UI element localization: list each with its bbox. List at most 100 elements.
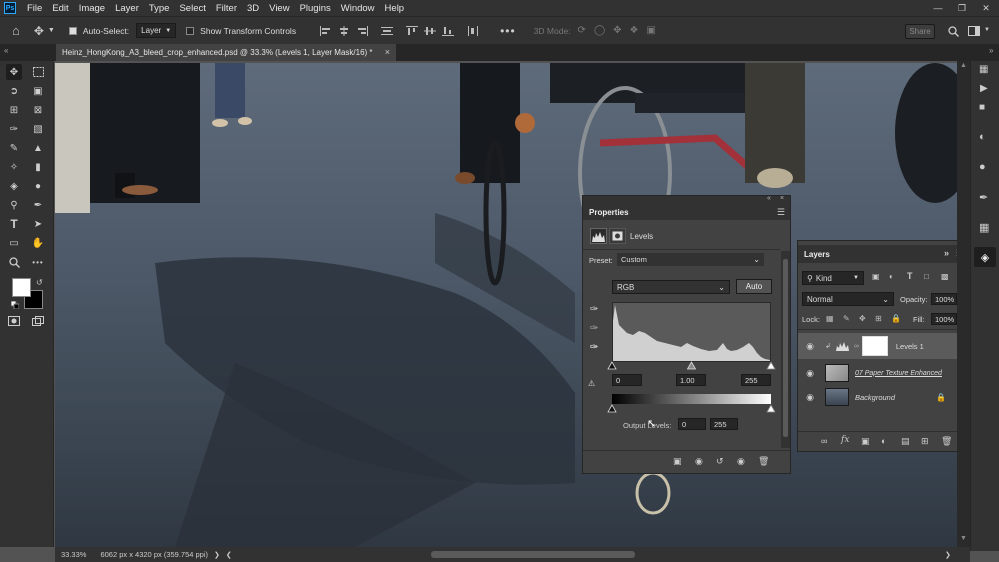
more-options-icon[interactable]: ••• bbox=[500, 24, 516, 38]
clip-to-layer-icon[interactable]: ▣ bbox=[673, 456, 682, 467]
distribute-vertical-icon[interactable] bbox=[467, 25, 479, 36]
search-icon[interactable] bbox=[948, 26, 959, 37]
healing-brush-tool-icon[interactable]: ▧ bbox=[30, 121, 46, 137]
link-layers-icon[interactable]: ∞ bbox=[821, 436, 827, 446]
lock-all-icon[interactable]: 🔒 bbox=[891, 314, 901, 323]
delete-icon[interactable]: 🗑 bbox=[758, 456, 769, 467]
menu-file[interactable]: File bbox=[22, 3, 47, 14]
3d-roll-icon[interactable]: ◯ bbox=[594, 25, 605, 36]
collapse-panels-icon[interactable]: « bbox=[4, 46, 8, 55]
auto-button[interactable]: Auto bbox=[736, 279, 772, 294]
scroll-left-icon[interactable]: ❮ bbox=[226, 551, 232, 559]
dodge-tool-icon[interactable]: ⚲ bbox=[6, 197, 22, 213]
filter-type-icon[interactable]: T bbox=[907, 271, 913, 281]
visibility-eye-icon[interactable]: ◉ bbox=[803, 341, 817, 352]
levels-icon[interactable] bbox=[590, 228, 607, 244]
history-icon[interactable]: ▦ bbox=[979, 64, 988, 75]
eraser-tool-icon[interactable]: ▮ bbox=[30, 159, 46, 175]
scroll-right-icon[interactable]: ❯ bbox=[945, 551, 951, 559]
pen-tool-icon[interactable]: ✒ bbox=[30, 197, 46, 213]
path-selection-tool-icon[interactable]: ➤ bbox=[30, 216, 46, 232]
menu-filter[interactable]: Filter bbox=[211, 3, 242, 14]
output-black-slider-handle[interactable] bbox=[607, 404, 617, 413]
align-center-icon[interactable] bbox=[338, 25, 350, 36]
lock-image-icon[interactable]: ✎ bbox=[843, 314, 850, 323]
output-white-slider-handle[interactable] bbox=[766, 404, 776, 413]
move-tool-icon[interactable]: ✥ bbox=[34, 24, 44, 38]
delete-layer-icon[interactable]: 🗑 bbox=[941, 436, 952, 447]
new-group-folder-icon[interactable]: ▤ bbox=[901, 436, 910, 447]
layer-mask-icon[interactable] bbox=[609, 228, 626, 244]
menu-type[interactable]: Type bbox=[144, 3, 175, 14]
output-levels-slider[interactable] bbox=[607, 404, 777, 413]
input-white-slider-handle[interactable] bbox=[766, 361, 776, 370]
actions-play-icon[interactable]: ▶ bbox=[980, 83, 988, 94]
menu-help[interactable]: Help bbox=[380, 3, 410, 14]
show-transform-checkbox[interactable]: Show Transform Controls bbox=[186, 26, 299, 36]
zoom-level[interactable]: 33.33% bbox=[61, 550, 86, 559]
link-icon[interactable]: ∞ bbox=[854, 343, 859, 350]
layer-style-fx-icon[interactable]: fx bbox=[841, 435, 849, 445]
input-gamma-field[interactable]: 1.00 bbox=[676, 374, 706, 386]
close-panel-icon[interactable]: × bbox=[780, 195, 784, 202]
menu-edit[interactable]: Edit bbox=[47, 3, 73, 14]
clone-stamp-tool-icon[interactable]: ▲ bbox=[30, 140, 46, 156]
frame-tool-icon[interactable]: ⊠ bbox=[30, 102, 46, 118]
align-bottom-icon[interactable] bbox=[442, 26, 455, 36]
workspace-icon[interactable] bbox=[968, 26, 980, 36]
auto-select-target-dropdown[interactable]: Layer ▼ bbox=[136, 23, 177, 38]
3d-pan-icon[interactable]: ✥ bbox=[613, 25, 621, 36]
visibility-icon[interactable]: ◉ bbox=[737, 456, 745, 467]
3d-orbit-icon[interactable]: ⟳ bbox=[578, 25, 586, 36]
layers-panel-icon[interactable]: ◈ bbox=[974, 247, 996, 267]
layer-row-background[interactable]: ◉ Background 🔒 bbox=[798, 385, 966, 409]
menu-view[interactable]: View bbox=[264, 3, 294, 14]
lock-artboard-icon[interactable]: ⊞ bbox=[875, 314, 882, 323]
brush-tool-icon[interactable]: ✎ bbox=[6, 140, 22, 156]
visibility-eye-icon[interactable]: ◉ bbox=[803, 368, 817, 379]
comments-icon[interactable]: ■ bbox=[979, 102, 985, 113]
collapse-panel-icon[interactable]: « bbox=[767, 195, 771, 202]
fill-field[interactable]: 100% bbox=[931, 313, 957, 325]
align-middle-icon[interactable] bbox=[424, 26, 437, 36]
styles-icon[interactable]: ● bbox=[979, 161, 986, 173]
restore-icon[interactable]: ❐ bbox=[950, 0, 974, 16]
expand-icon[interactable]: » bbox=[944, 248, 949, 258]
auto-select-checkbox[interactable]: Auto-Select: bbox=[68, 26, 132, 36]
input-gamma-slider-handle[interactable] bbox=[686, 361, 697, 370]
black-point-eyedropper-icon[interactable]: ✑ bbox=[590, 304, 598, 315]
add-mask-icon[interactable]: ▣ bbox=[861, 436, 870, 447]
vertical-scrollbar[interactable]: ▲ ▼ bbox=[957, 61, 970, 547]
adjustments-icon[interactable]: ◐ bbox=[979, 131, 986, 143]
filter-smart-object-icon[interactable]: ▩ bbox=[941, 272, 949, 281]
filter-shape-icon[interactable]: □ bbox=[924, 272, 929, 281]
minimize-icon[interactable]: — bbox=[926, 0, 950, 16]
lock-transparent-icon[interactable]: ▦ bbox=[826, 314, 834, 323]
screen-mode-icon[interactable] bbox=[30, 313, 46, 329]
output-white-field[interactable]: 255 bbox=[710, 418, 738, 430]
type-tool-icon[interactable]: T bbox=[6, 216, 22, 232]
output-black-field[interactable]: 0 bbox=[678, 418, 706, 430]
opacity-field[interactable]: 100% bbox=[931, 293, 957, 305]
properties-scrollbar[interactable] bbox=[781, 251, 790, 448]
swap-colors-icon[interactable]: ↺ bbox=[36, 278, 43, 287]
default-colors-icon[interactable] bbox=[10, 300, 20, 310]
layer-mask-thumbnail[interactable] bbox=[861, 336, 888, 356]
paint-bucket-tool-icon[interactable]: ◈ bbox=[6, 178, 22, 194]
chevron-down-icon[interactable]: ▼ bbox=[984, 27, 990, 33]
new-layer-icon[interactable]: ⊞ bbox=[921, 436, 929, 447]
align-left-icon[interactable] bbox=[320, 25, 332, 36]
reset-icon[interactable]: ↺ bbox=[716, 456, 724, 467]
marquee-tool-icon[interactable] bbox=[30, 64, 46, 80]
foreground-color-swatch[interactable] bbox=[12, 278, 31, 297]
blend-mode-dropdown[interactable]: Normal ⌄ bbox=[802, 292, 894, 306]
panel-menu-icon[interactable]: ☰ bbox=[777, 207, 785, 218]
align-right-icon[interactable] bbox=[356, 25, 369, 36]
visibility-eye-icon[interactable]: ◉ bbox=[803, 392, 817, 403]
3d-camera-icon[interactable]: ▣ bbox=[647, 25, 656, 36]
calculate-histogram-icon[interactable]: ⚠ bbox=[588, 379, 595, 388]
home-icon[interactable]: ⌂ bbox=[12, 23, 20, 38]
gray-point-eyedropper-icon[interactable]: ✑ bbox=[590, 323, 598, 334]
lock-position-icon[interactable]: ✥ bbox=[859, 314, 866, 323]
horizontal-scrollbar-thumb[interactable] bbox=[431, 551, 635, 558]
